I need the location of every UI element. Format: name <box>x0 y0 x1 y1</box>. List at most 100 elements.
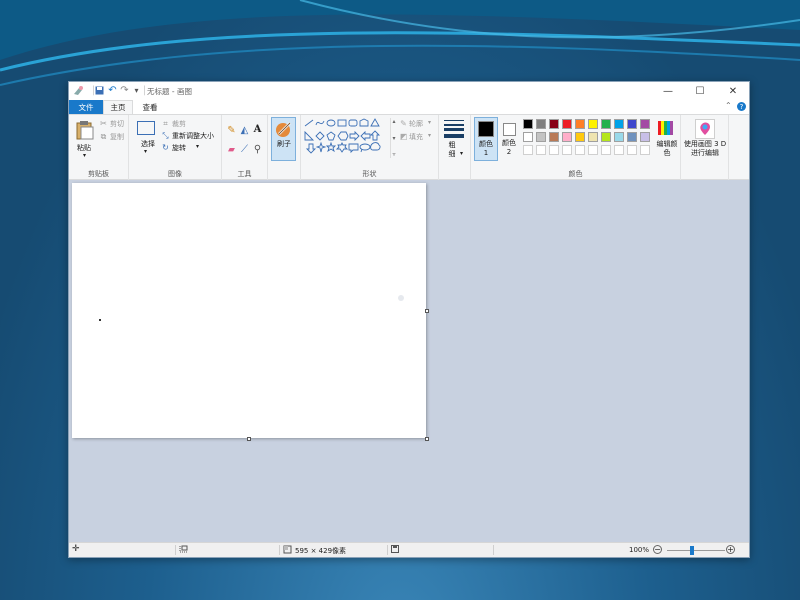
zoom-slider-thumb[interactable] <box>690 546 694 555</box>
save-icon[interactable] <box>94 85 105 96</box>
drawing-canvas[interactable] <box>72 183 426 438</box>
brushes-label: 刷子 <box>277 140 291 148</box>
palette-swatch[interactable] <box>588 145 598 155</box>
help-icon[interactable]: ? <box>737 102 746 111</box>
paint-app-icon[interactable] <box>73 85 84 96</box>
palette-swatch[interactable] <box>575 145 585 155</box>
magnifier-icon[interactable]: ⚲ <box>252 144 263 155</box>
palette-swatch[interactable] <box>536 145 546 155</box>
zoom-in-button[interactable]: + <box>726 545 735 554</box>
fill-bucket-icon[interactable]: ◭ <box>239 125 250 136</box>
copy-icon[interactable]: ⧉ <box>99 132 108 141</box>
shapes-gallery[interactable] <box>304 118 392 160</box>
palette-swatch[interactable] <box>549 132 559 142</box>
paint3d-button[interactable]: 使用画图 3 D 进行编辑 <box>683 140 727 158</box>
outline-dropdown-icon[interactable]: ▾ <box>428 119 431 126</box>
paint3d-icon[interactable] <box>695 119 715 139</box>
paste-dropdown-icon[interactable]: ▾ <box>83 152 86 159</box>
palette-swatch[interactable] <box>588 132 598 142</box>
palette-swatch[interactable] <box>562 132 572 142</box>
palette-swatch[interactable] <box>536 119 546 129</box>
image-group: 选择 ▾ ⌗ 裁剪 ⤡ 重新调整大小 ↻ 旋转 ▾ 图像 <box>129 115 222 180</box>
paste-icon[interactable] <box>75 119 95 141</box>
resize-handle-right[interactable] <box>425 309 429 313</box>
palette-swatch[interactable] <box>523 132 533 142</box>
palette-swatch[interactable] <box>640 119 650 129</box>
crop-button[interactable]: 裁剪 <box>172 119 186 129</box>
fill-icon[interactable]: ◩ <box>399 132 408 141</box>
tab-view[interactable]: 查看 <box>135 100 165 114</box>
canvas-size-icon <box>283 545 292 556</box>
outline-icon[interactable]: ✎ <box>399 119 408 128</box>
palette-swatch[interactable] <box>575 132 585 142</box>
zoom-level: 100% <box>629 546 650 554</box>
close-button[interactable]: ✕ <box>717 82 749 100</box>
palette-swatch[interactable] <box>549 145 559 155</box>
color1-button[interactable]: 颜色 1 <box>474 117 498 161</box>
status-divider <box>493 545 494 555</box>
palette-swatch[interactable] <box>562 119 572 129</box>
undo-icon[interactable]: ↶ <box>107 85 118 96</box>
palette-swatch[interactable] <box>640 145 650 155</box>
select-icon[interactable] <box>137 121 155 135</box>
color-picker-icon[interactable]: ⟋ <box>239 144 250 155</box>
cut-button[interactable]: 剪切 <box>110 119 124 129</box>
text-tool-icon[interactable]: A <box>252 124 263 135</box>
selection-size-icon <box>179 545 188 556</box>
image-group-label: 图像 <box>168 170 182 178</box>
palette-swatch[interactable] <box>601 145 611 155</box>
size-button[interactable]: 粗细 <box>446 141 458 159</box>
rotate-icon[interactable]: ↻ <box>161 143 170 152</box>
palette-swatch[interactable] <box>640 132 650 142</box>
color2-button[interactable]: 颜色 2 <box>499 117 521 161</box>
collapse-ribbon-icon[interactable]: ⌃ <box>725 101 732 110</box>
minimize-button[interactable]: — <box>652 82 684 100</box>
fill-button[interactable]: 填充 <box>409 132 423 142</box>
resize-icon[interactable]: ⤡ <box>161 131 170 140</box>
zoom-slider-track[interactable] <box>667 550 725 551</box>
zoom-out-button[interactable]: − <box>653 545 662 554</box>
pencil-icon[interactable]: ✎ <box>226 125 237 136</box>
resize-handle-bottom[interactable] <box>247 437 251 441</box>
palette-swatch[interactable] <box>614 119 624 129</box>
palette-swatch[interactable] <box>627 132 637 142</box>
ribbon: 粘贴 ▾ ✂ 剪切 ⧉ 复制 剪贴板 选择 ▾ ⌗ 裁剪 ⤡ 重新调整大小 ↻ … <box>69 114 749 180</box>
palette-swatch[interactable] <box>627 119 637 129</box>
palette-swatch[interactable] <box>523 119 533 129</box>
palette-swatch[interactable] <box>523 145 533 155</box>
cut-icon[interactable]: ✂ <box>99 119 108 128</box>
palette-swatch[interactable] <box>627 145 637 155</box>
palette-swatch[interactable] <box>588 119 598 129</box>
palette-swatch[interactable] <box>536 132 546 142</box>
resize-handle-corner[interactable] <box>425 437 429 441</box>
palette-swatch[interactable] <box>614 132 624 142</box>
crop-icon[interactable]: ⌗ <box>161 119 170 128</box>
select-dropdown-icon[interactable]: ▾ <box>144 148 147 155</box>
edit-colors-button[interactable]: 编辑颜色 <box>656 140 678 158</box>
ribbon-tabs: 文件 主页 查看 ⌃ ? <box>69 100 749 114</box>
palette-swatch[interactable] <box>575 119 585 129</box>
line-size-icon[interactable] <box>444 120 464 138</box>
eraser-icon[interactable]: ▰ <box>226 144 237 155</box>
outline-button[interactable]: 轮廓 <box>409 119 423 129</box>
tab-home[interactable]: 主页 <box>103 100 133 114</box>
palette-swatch[interactable] <box>614 145 624 155</box>
redo-icon[interactable]: ↷ <box>119 85 130 96</box>
maximize-button[interactable]: ☐ <box>684 82 716 100</box>
palette-swatch[interactable] <box>601 132 611 142</box>
fill-dropdown-icon[interactable]: ▾ <box>428 132 431 139</box>
shapes-scroll[interactable]: ▴ ▾ ▿ <box>390 118 397 158</box>
palette-swatch[interactable] <box>562 145 572 155</box>
palette-swatch[interactable] <box>549 119 559 129</box>
copy-button[interactable]: 复制 <box>110 132 124 142</box>
size-dropdown-icon[interactable]: ▾ <box>460 150 463 157</box>
tab-file[interactable]: 文件 <box>69 100 103 114</box>
resize-button[interactable]: 重新调整大小 <box>172 131 214 141</box>
rotate-dropdown-icon[interactable]: ▾ <box>196 143 199 150</box>
edit-colors-icon[interactable] <box>657 119 675 137</box>
size-group: 粗细 ▾ <box>439 115 471 180</box>
rotate-button[interactable]: 旋转 <box>172 143 186 153</box>
brushes-button[interactable]: 刷子 <box>271 117 296 161</box>
palette-swatch[interactable] <box>601 119 611 129</box>
brushes-group: 刷子 <box>268 115 301 180</box>
